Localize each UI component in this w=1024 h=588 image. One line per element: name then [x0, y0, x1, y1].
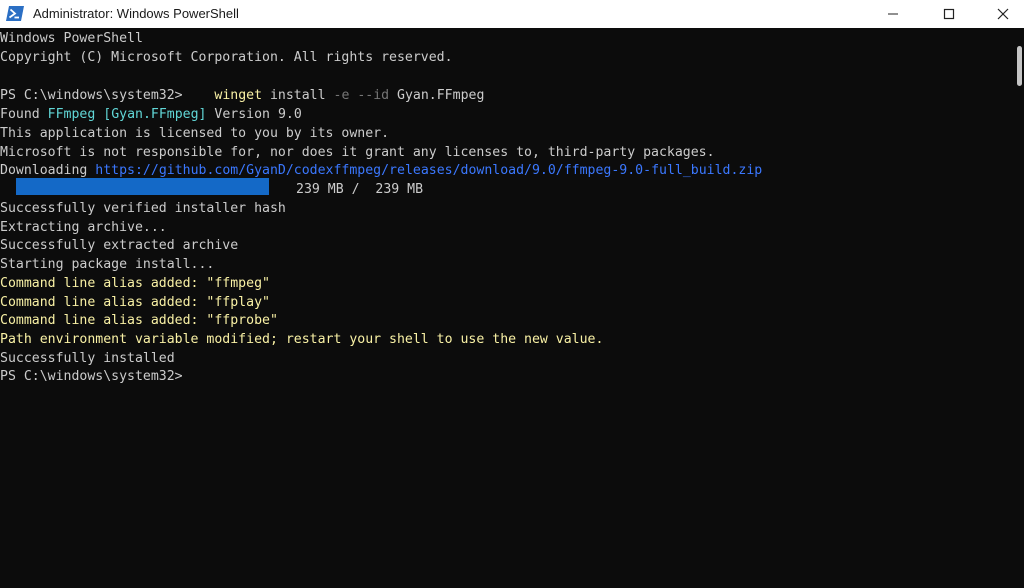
- alias-text: Command line alias added: "ffplay": [0, 295, 270, 310]
- console-line: Starting package install...: [0, 255, 214, 274]
- found-line: Found FFmpeg [Gyan.FFmpeg] Version 9.0: [0, 105, 302, 124]
- command-name: winget: [214, 88, 263, 103]
- prompt: PS C:\windows\system32>: [0, 369, 183, 384]
- console-line: Windows PowerShell: [0, 29, 143, 48]
- extracted-text: Successfully extracted archive: [0, 238, 239, 253]
- maximize-button[interactable]: [926, 0, 972, 28]
- minimize-button[interactable]: [870, 0, 916, 28]
- console-line: Successfully verified installer hash: [0, 199, 286, 218]
- powershell-icon: [6, 5, 24, 22]
- maximize-icon: [943, 8, 955, 20]
- progress-text: 239 MB / 239 MB: [296, 182, 424, 197]
- found-prefix: Found: [0, 107, 40, 122]
- title-bar[interactable]: Administrator: Windows PowerShell: [0, 0, 1024, 28]
- close-icon: [997, 8, 1009, 20]
- alias-line: Command line alias added: "ffprobe": [0, 311, 278, 330]
- alias-line: Command line alias added: "ffplay": [0, 293, 270, 312]
- command-flags: -e --id: [333, 88, 390, 103]
- window-title: Administrator: Windows PowerShell: [33, 6, 239, 21]
- prompt: PS C:\windows\system32>: [0, 88, 183, 103]
- powershell-window: Administrator: Windows PowerShell Window…: [0, 0, 1024, 588]
- console-line: Extracting archive...: [0, 218, 167, 237]
- package-id: [Gyan.FFmpeg]: [103, 107, 207, 122]
- copyright-text: Copyright (C) Microsoft Corporation. All…: [0, 50, 453, 65]
- console-line: This application is licensed to you by i…: [0, 124, 389, 143]
- scrollbar-thumb[interactable]: [1017, 46, 1022, 86]
- extracting-text: Extracting archive...: [0, 220, 167, 235]
- alias-text: Command line alias added: "ffprobe": [0, 313, 278, 328]
- download-link[interactable]: https://github.com/GyanD/codexffmpeg/rel…: [95, 163, 762, 178]
- download-progress-bar: [16, 178, 269, 195]
- vertical-scrollbar[interactable]: [1016, 28, 1024, 588]
- close-button[interactable]: [980, 0, 1024, 28]
- installed-text: Successfully installed: [0, 351, 175, 366]
- license-text: This application is licensed to you by i…: [0, 126, 390, 141]
- path-line: Path environment variable modified; rest…: [0, 330, 603, 349]
- console-line: Copyright (C) Microsoft Corporation. All…: [0, 48, 453, 67]
- prompt-line[interactable]: PS C:\windows\system32>: [0, 367, 183, 386]
- console-line: Microsoft is not responsible for, nor do…: [0, 143, 715, 162]
- disclaimer-text: Microsoft is not responsible for, nor do…: [0, 145, 715, 160]
- console-line: Successfully extracted archive: [0, 236, 238, 255]
- command-arg: install: [269, 88, 326, 103]
- console-line: Successfully installed: [0, 349, 175, 368]
- verified-text: Successfully verified installer hash: [0, 201, 286, 216]
- alias-text: Command line alias added: "ffmpeg": [0, 276, 270, 291]
- starting-text: Starting package install...: [0, 257, 215, 272]
- command-line: PS C:\windows\system32> winget install -…: [0, 86, 484, 105]
- alias-line: Command line alias added: "ffmpeg": [0, 274, 270, 293]
- command-package-id: Gyan.FFmpeg: [397, 88, 485, 103]
- path-text: Path environment variable modified; rest…: [0, 332, 604, 347]
- minimize-icon: [887, 8, 899, 20]
- downloading-label: Downloading: [0, 163, 88, 178]
- console-output[interactable]: Windows PowerShell Copyright (C) Microso…: [0, 28, 1016, 588]
- package-version: Version 9.0: [214, 107, 302, 122]
- package-name: FFmpeg: [47, 107, 96, 122]
- header-text: Windows PowerShell: [0, 31, 143, 46]
